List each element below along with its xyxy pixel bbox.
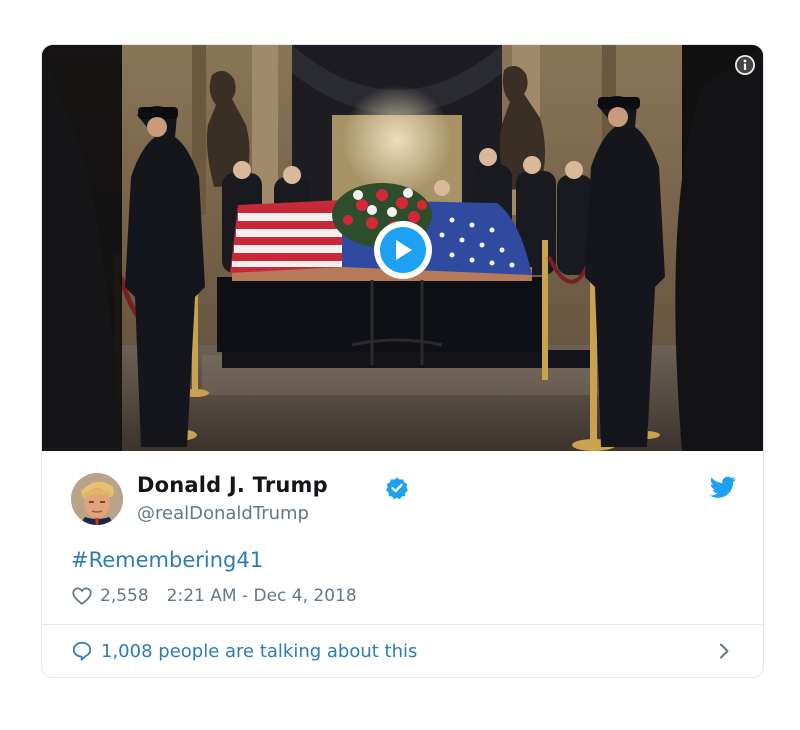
video-media[interactable]: [42, 45, 763, 451]
info-icon[interactable]: [735, 55, 755, 75]
twitter-bird-icon[interactable]: [709, 474, 736, 500]
play-icon: [380, 227, 426, 273]
heart-icon[interactable]: [71, 585, 93, 607]
play-button[interactable]: [374, 221, 432, 279]
conversation-link[interactable]: 1,008 people are talking about this: [71, 637, 736, 665]
avatar[interactable]: [71, 473, 123, 525]
like-count[interactable]: 2,558: [100, 586, 149, 606]
tweet-embed-card[interactable]: Donald J. Trump @realDonaldTrump #Rememb…: [41, 44, 764, 678]
author-name[interactable]: Donald J. Trump: [137, 473, 328, 497]
tweet-meta: 2,558 2:21 AM - Dec 4, 2018: [71, 584, 357, 608]
tweet-timestamp[interactable]: 2:21 AM - Dec 4, 2018: [167, 586, 357, 606]
author-handle[interactable]: @realDonaldTrump: [137, 503, 309, 524]
speech-bubble-icon: [71, 640, 93, 662]
conversation-label: 1,008 people are talking about this: [101, 640, 418, 662]
verified-badge-icon: [385, 476, 409, 500]
chevron-right-icon: [714, 641, 734, 661]
tweet-hashtag-link[interactable]: #Remembering41: [71, 548, 263, 572]
tweet-author[interactable]: Donald J. Trump @realDonaldTrump: [71, 473, 736, 529]
divider: [42, 624, 763, 625]
